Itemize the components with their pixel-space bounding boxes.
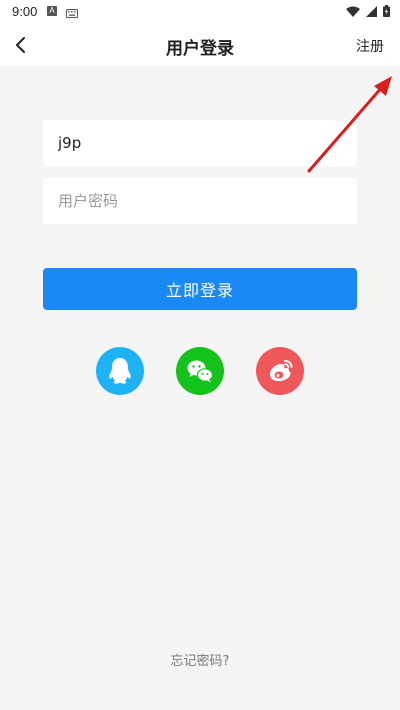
wifi-icon: [346, 5, 360, 20]
password-input[interactable]: [43, 178, 338, 224]
username-input[interactable]: [43, 120, 338, 166]
status-bar: 9:00 A: [0, 0, 400, 24]
status-icons: [346, 5, 390, 20]
forgot-password-link[interactable]: 忘记密码?: [0, 650, 400, 669]
header-bar: 用户登录 注册: [0, 24, 400, 66]
notification-a-icon: A: [47, 6, 57, 16]
wechat-icon: [187, 360, 214, 383]
battery-icon: [383, 5, 390, 20]
login-button[interactable]: 立即登录: [43, 268, 357, 310]
wechat-login-button[interactable]: [176, 347, 224, 395]
page-title: 用户登录: [166, 39, 234, 59]
status-time: 9:00: [12, 4, 38, 19]
register-link[interactable]: 注册: [356, 36, 384, 56]
signal-icon: [366, 5, 377, 20]
annotation-arrow-icon: [307, 76, 392, 173]
weibo-login-button[interactable]: [256, 347, 304, 395]
qq-login-button[interactable]: [96, 347, 144, 395]
qq-icon: [109, 358, 131, 384]
keyboard-icon: [66, 6, 78, 21]
password-field[interactable]: [43, 178, 357, 224]
weibo-icon: [270, 360, 293, 382]
